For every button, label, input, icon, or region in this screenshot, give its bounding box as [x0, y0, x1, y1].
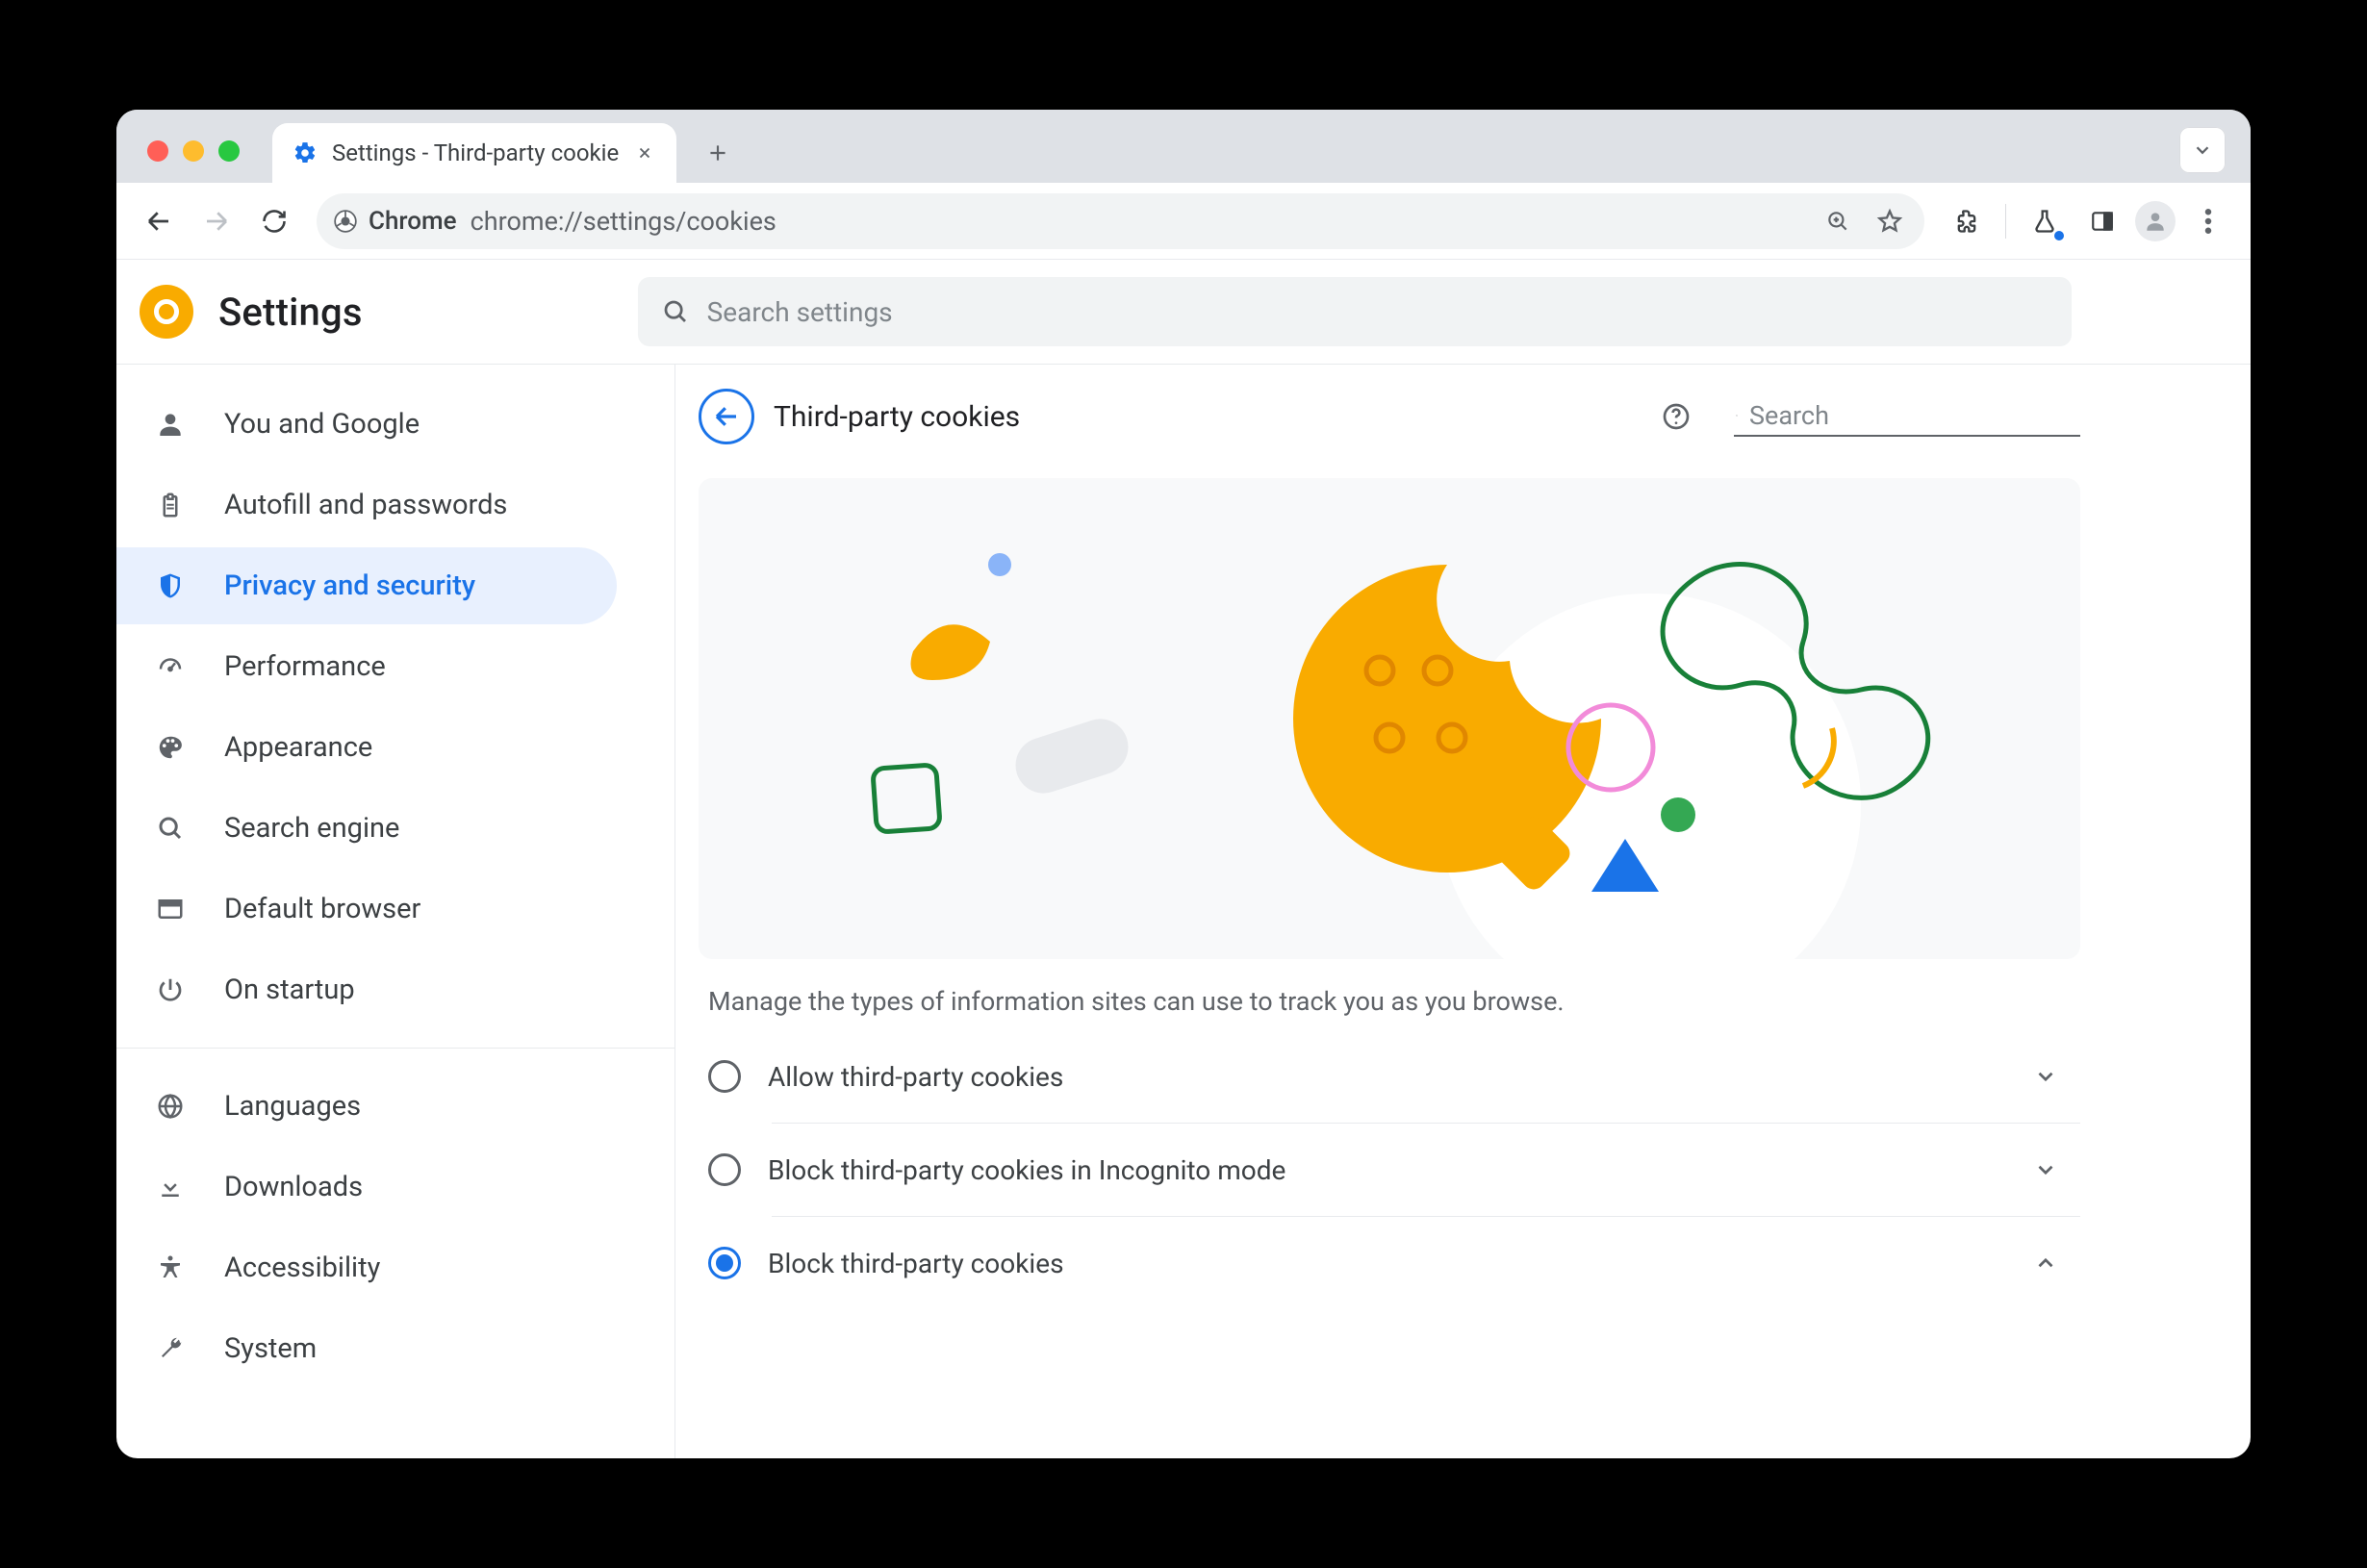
settings-body: You and Google Autofill and passwords Pr…: [116, 364, 2251, 1458]
browser-window: Settings - Third-party cookie: [116, 110, 2251, 1458]
cookie-illustration: [699, 478, 2080, 959]
extensions-button[interactable]: [1942, 196, 1992, 246]
settings-sidebar: You and Google Autofill and passwords Pr…: [116, 365, 674, 1458]
sidebar-item-privacy[interactable]: Privacy and security: [116, 547, 617, 624]
sidebar-divider: [116, 1048, 674, 1049]
gear-icon: [292, 139, 318, 166]
sidebar-item-default-browser[interactable]: Default browser: [116, 871, 674, 948]
clipboard-icon: [153, 488, 188, 522]
close-window-button[interactable]: [147, 140, 168, 162]
option-allow-third-party[interactable]: Allow third-party cookies: [699, 1030, 2080, 1123]
browser-toolbar: Chrome chrome://settings/cookies: [116, 183, 2251, 260]
browser-tab[interactable]: Settings - Third-party cookie: [272, 123, 676, 183]
radio-icon: [708, 1060, 741, 1093]
chrome-icon: [332, 208, 359, 235]
option-label: Block third-party cookies in Incognito m…: [768, 1154, 2001, 1186]
tab-strip: Settings - Third-party cookie: [116, 110, 2251, 183]
chrome-logo: [140, 285, 193, 339]
download-icon: [153, 1170, 188, 1204]
search-icon: [1736, 403, 1738, 428]
radio-icon: [708, 1153, 741, 1186]
search-settings-input[interactable]: [707, 296, 2049, 328]
site-chip-label: Chrome: [369, 207, 457, 236]
page-search-field[interactable]: [1734, 396, 2080, 437]
speedometer-icon: [153, 649, 188, 684]
sidebar-item-label: Search engine: [224, 812, 399, 845]
sidebar-item-label: Autofill and passwords: [224, 489, 507, 521]
sidebar-item-on-startup[interactable]: On startup: [116, 951, 674, 1028]
power-icon: [153, 973, 188, 1007]
reload-button[interactable]: [249, 196, 299, 246]
side-panel-button[interactable]: [2077, 196, 2127, 246]
bookmark-button[interactable]: [1871, 202, 1909, 240]
sidebar-item-system[interactable]: System: [116, 1310, 674, 1387]
radio-icon: [708, 1247, 741, 1279]
new-tab-button[interactable]: [694, 129, 742, 177]
settings-main: Third-party cookies: [674, 365, 2251, 1458]
shield-icon: [153, 569, 188, 603]
search-settings-field[interactable]: [638, 277, 2072, 346]
url-text: chrome://settings/cookies: [471, 206, 776, 237]
sidebar-item-label: Privacy and security: [224, 569, 475, 602]
chevron-down-icon[interactable]: [2028, 1152, 2063, 1187]
settings-header: Settings: [116, 260, 2251, 364]
chevron-down-icon[interactable]: [2028, 1059, 2063, 1094]
sidebar-item-label: Languages: [224, 1090, 361, 1123]
sidebar-item-downloads[interactable]: Downloads: [116, 1149, 674, 1226]
option-block-third-party[interactable]: Block third-party cookies: [699, 1217, 2080, 1309]
sidebar-item-accessibility[interactable]: Accessibility: [116, 1229, 674, 1306]
search-icon: [153, 811, 188, 846]
palette-icon: [153, 730, 188, 765]
sidebar-item-languages[interactable]: Languages: [116, 1068, 674, 1145]
person-icon: [153, 407, 188, 442]
toolbar-divider: [2005, 204, 2006, 239]
page-header: Third-party cookies: [699, 365, 2080, 468]
chevron-up-icon[interactable]: [2028, 1246, 2063, 1280]
page-search-input[interactable]: [1749, 400, 2078, 431]
globe-icon: [153, 1089, 188, 1124]
sidebar-item-autofill[interactable]: Autofill and passwords: [116, 467, 674, 544]
window-controls: [134, 140, 253, 183]
site-chip[interactable]: Chrome: [332, 207, 457, 236]
help-button[interactable]: [1657, 397, 1695, 436]
sidebar-item-label: On startup: [224, 974, 355, 1006]
sidebar-item-label: Appearance: [224, 731, 372, 764]
search-icon: [661, 297, 690, 326]
zoom-icon[interactable]: [1819, 202, 1857, 240]
hero-illustration: [699, 478, 2080, 959]
maximize-window-button[interactable]: [218, 140, 240, 162]
sidebar-item-appearance[interactable]: Appearance: [116, 709, 674, 786]
accessibility-icon: [153, 1251, 188, 1285]
intro-text: Manage the types of information sites ca…: [699, 959, 2080, 1030]
sidebar-item-label: System: [224, 1332, 317, 1365]
sidebar-item-label: Performance: [224, 650, 386, 683]
page-back-button[interactable]: [699, 389, 754, 444]
menu-button[interactable]: [2183, 196, 2233, 246]
sidebar-item-search-engine[interactable]: Search engine: [116, 790, 674, 867]
close-tab-button[interactable]: [632, 140, 657, 165]
sidebar-item-performance[interactable]: Performance: [116, 628, 674, 705]
address-bar[interactable]: Chrome chrome://settings/cookies: [317, 193, 1924, 249]
forward-button[interactable]: [191, 196, 242, 246]
sidebar-item-you-and-google[interactable]: You and Google: [116, 386, 674, 463]
labs-button[interactable]: [2020, 196, 2070, 246]
sidebar-item-label: Downloads: [224, 1171, 363, 1203]
cookie-options: Allow third-party cookies Block third-pa…: [699, 1030, 2080, 1309]
sidebar-item-label: Default browser: [224, 893, 420, 925]
profile-button[interactable]: [2135, 201, 2176, 241]
option-label: Allow third-party cookies: [768, 1061, 2001, 1093]
option-block-incognito[interactable]: Block third-party cookies in Incognito m…: [699, 1124, 2080, 1216]
sidebar-item-label: You and Google: [224, 408, 420, 441]
wrench-icon: [153, 1331, 188, 1366]
tabs-dropdown-button[interactable]: [2179, 127, 2226, 173]
tab-title: Settings - Third-party cookie: [332, 139, 619, 166]
app-title: Settings: [218, 290, 363, 335]
option-label: Block third-party cookies: [768, 1248, 2001, 1279]
sidebar-item-label: Accessibility: [224, 1252, 380, 1284]
browser-icon: [153, 892, 188, 926]
back-button[interactable]: [134, 196, 184, 246]
minimize-window-button[interactable]: [183, 140, 204, 162]
page-title: Third-party cookies: [774, 400, 1638, 434]
